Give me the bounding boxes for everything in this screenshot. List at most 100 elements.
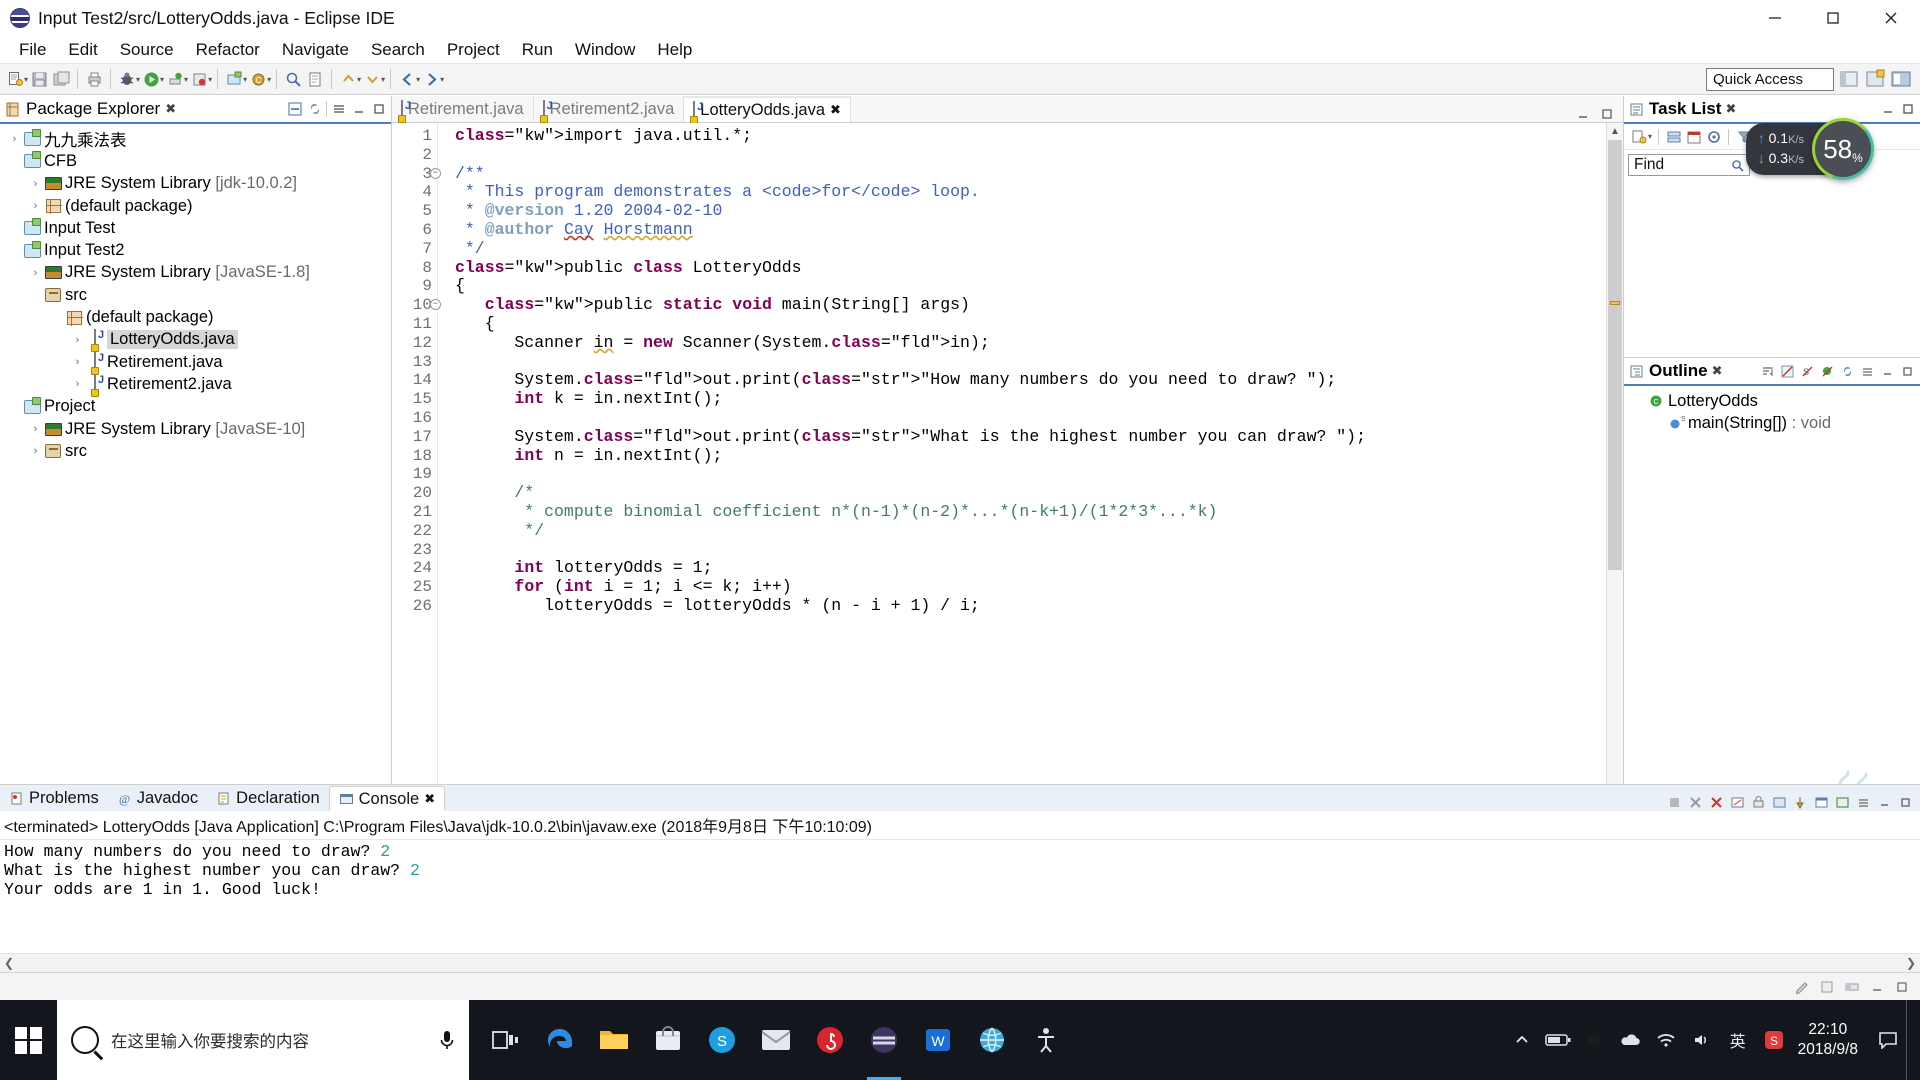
open-perspective-icon[interactable]: [1864, 68, 1886, 90]
tree-item[interactable]: › JRE System Library [jdk-10.0.2]: [0, 173, 391, 195]
tree-item[interactable]: › 九九乘法表: [0, 128, 391, 150]
start-button[interactable]: [0, 1000, 57, 1080]
menu-file[interactable]: File: [8, 38, 57, 62]
tree-item[interactable]: › JRE System Library [JavaSE-1.8]: [0, 262, 391, 284]
console-tab[interactable]: @ Javadoc: [108, 786, 207, 811]
vscroll-thumb[interactable]: [1608, 140, 1622, 570]
menu-edit[interactable]: Edit: [57, 38, 108, 62]
debug-button[interactable]: [116, 67, 138, 91]
task-view-icon[interactable]: [479, 1000, 533, 1080]
system-monitor-widget[interactable]: ↑ 0.1K/s ↓ 0.3K/s 58 %: [1746, 118, 1874, 180]
tree-item[interactable]: Input Test: [0, 217, 391, 239]
remove-launch-icon[interactable]: [1687, 794, 1704, 811]
hide-fields-icon[interactable]: [1779, 363, 1796, 380]
eclipse-icon[interactable]: [857, 1000, 911, 1080]
hide-nonpublic-icon[interactable]: [1819, 363, 1836, 380]
editor-tab[interactable]: Retirement2.java: [534, 96, 685, 122]
chevron-right-icon[interactable]: ›: [27, 200, 44, 212]
console-tab[interactable]: Problems: [0, 786, 108, 811]
open-console-icon[interactable]: [1834, 794, 1851, 811]
battery-icon[interactable]: [1540, 1000, 1576, 1080]
close-icon[interactable]: ✖: [1725, 101, 1736, 117]
edge-icon[interactable]: [533, 1000, 587, 1080]
skype-icon[interactable]: S: [695, 1000, 749, 1080]
volume-icon[interactable]: [1684, 1000, 1720, 1080]
focus-icon[interactable]: [1705, 128, 1722, 145]
show-console-icon[interactable]: [1771, 794, 1788, 811]
minimize-view-icon[interactable]: [1876, 794, 1893, 811]
tree-item[interactable]: ⱟ CFB: [0, 150, 391, 172]
coverage-button[interactable]: [188, 67, 210, 91]
tree-item[interactable]: › (default package): [0, 195, 391, 217]
editor-tab[interactable]: Retirement.java: [392, 96, 534, 122]
chevron-down-icon[interactable]: ⱟ: [6, 246, 23, 256]
menu-help[interactable]: Help: [646, 38, 703, 62]
ime-indicator[interactable]: 英: [1720, 1000, 1756, 1080]
display-selected-console-icon[interactable]: [1813, 794, 1830, 811]
open-type-button[interactable]: [304, 67, 326, 91]
hide-static-icon[interactable]: S: [1799, 363, 1816, 380]
close-icon[interactable]: ✖: [165, 101, 176, 117]
close-icon[interactable]: ✖: [424, 791, 435, 807]
back-button[interactable]: [396, 67, 418, 91]
project-tree[interactable]: › 九九乘法表 ⱟ CFB › JRE System Library [jdk-10.0.…: [0, 124, 391, 892]
new-class-button[interactable]: C: [247, 67, 269, 91]
menu-search[interactable]: Search: [360, 38, 436, 62]
tree-item[interactable]: ⱟ src: [0, 284, 391, 306]
console-hscrollbar[interactable]: ❮ ❯: [0, 953, 1920, 972]
chevron-right-icon[interactable]: ›: [27, 423, 44, 435]
pin-console-icon[interactable]: [1792, 794, 1809, 811]
new-task-caret[interactable]: ▾: [1648, 132, 1652, 141]
maximize-view-icon[interactable]: [1598, 105, 1615, 122]
minimize-view-icon[interactable]: [1879, 101, 1896, 118]
maximize-status-icon[interactable]: [1893, 978, 1910, 995]
console-output[interactable]: How many numbers do you need to draw? 2W…: [0, 840, 1920, 953]
link-with-editor-icon[interactable]: [1839, 363, 1856, 380]
next-annotation-button[interactable]: [361, 67, 383, 91]
search-button[interactable]: [282, 67, 304, 91]
task-list-content[interactable]: [1624, 180, 1920, 357]
chevron-right-icon[interactable]: ›: [69, 356, 86, 368]
microphone-icon[interactable]: [439, 1028, 455, 1052]
perspective-java-icon[interactable]: [1838, 68, 1860, 90]
scroll-left-icon[interactable]: ❮: [4, 956, 14, 970]
tree-item[interactable]: › LotteryOdds.java: [0, 329, 391, 351]
sort-icon[interactable]: [1759, 363, 1776, 380]
categorize-icon[interactable]: [1665, 128, 1682, 145]
fold-toggle-icon[interactable]: −: [430, 168, 441, 179]
menu-refactor[interactable]: Refactor: [185, 38, 271, 62]
hidden-tray-icon[interactable]: [1576, 1000, 1612, 1080]
folding-ruler[interactable]: [437, 123, 451, 873]
maximize-button[interactable]: [1804, 0, 1862, 36]
minimize-view-icon[interactable]: [1574, 105, 1591, 122]
editor-vscrollbar[interactable]: ▲ ▼: [1606, 123, 1623, 873]
minimize-view-icon[interactable]: [1879, 363, 1896, 380]
chevron-down-icon[interactable]: ⱟ: [1630, 395, 1647, 407]
chevron-down-icon[interactable]: ⱟ: [6, 402, 23, 412]
chevron-right-icon[interactable]: ›: [69, 378, 86, 390]
run-button[interactable]: [140, 67, 162, 91]
forward-button[interactable]: [420, 67, 442, 91]
tree-item[interactable]: › Retirement2.java: [0, 373, 391, 395]
outline-tree[interactable]: ⱟ C LotteryOdds Smain(String[]) : void: [1624, 386, 1920, 435]
find-input[interactable]: Find: [1628, 154, 1750, 176]
globe-app-icon[interactable]: [965, 1000, 1019, 1080]
run-external-tools-button[interactable]: [164, 67, 186, 91]
maximize-view-icon[interactable]: [1899, 363, 1916, 380]
mail-icon[interactable]: [749, 1000, 803, 1080]
chevron-right-icon[interactable]: ›: [27, 445, 44, 457]
show-desktop-button[interactable]: [1906, 1000, 1916, 1080]
schedule-icon[interactable]: [1685, 128, 1702, 145]
scroll-right-icon[interactable]: ❯: [1906, 956, 1916, 970]
save-button[interactable]: [28, 67, 50, 91]
chevron-right-icon[interactable]: ›: [27, 267, 44, 279]
scroll-up-icon[interactable]: ▲: [1607, 123, 1623, 140]
sogou-input-icon[interactable]: S: [1756, 1000, 1792, 1080]
new-wizard-button[interactable]: [4, 67, 26, 91]
close-icon[interactable]: ✖: [1712, 363, 1723, 379]
minimize-view-icon[interactable]: [350, 101, 367, 118]
view-menu-icon[interactable]: [1859, 363, 1876, 380]
view-menu-icon[interactable]: [330, 101, 347, 118]
quick-access-input[interactable]: Quick Access: [1706, 68, 1834, 91]
chevron-right-icon[interactable]: ›: [6, 133, 23, 145]
